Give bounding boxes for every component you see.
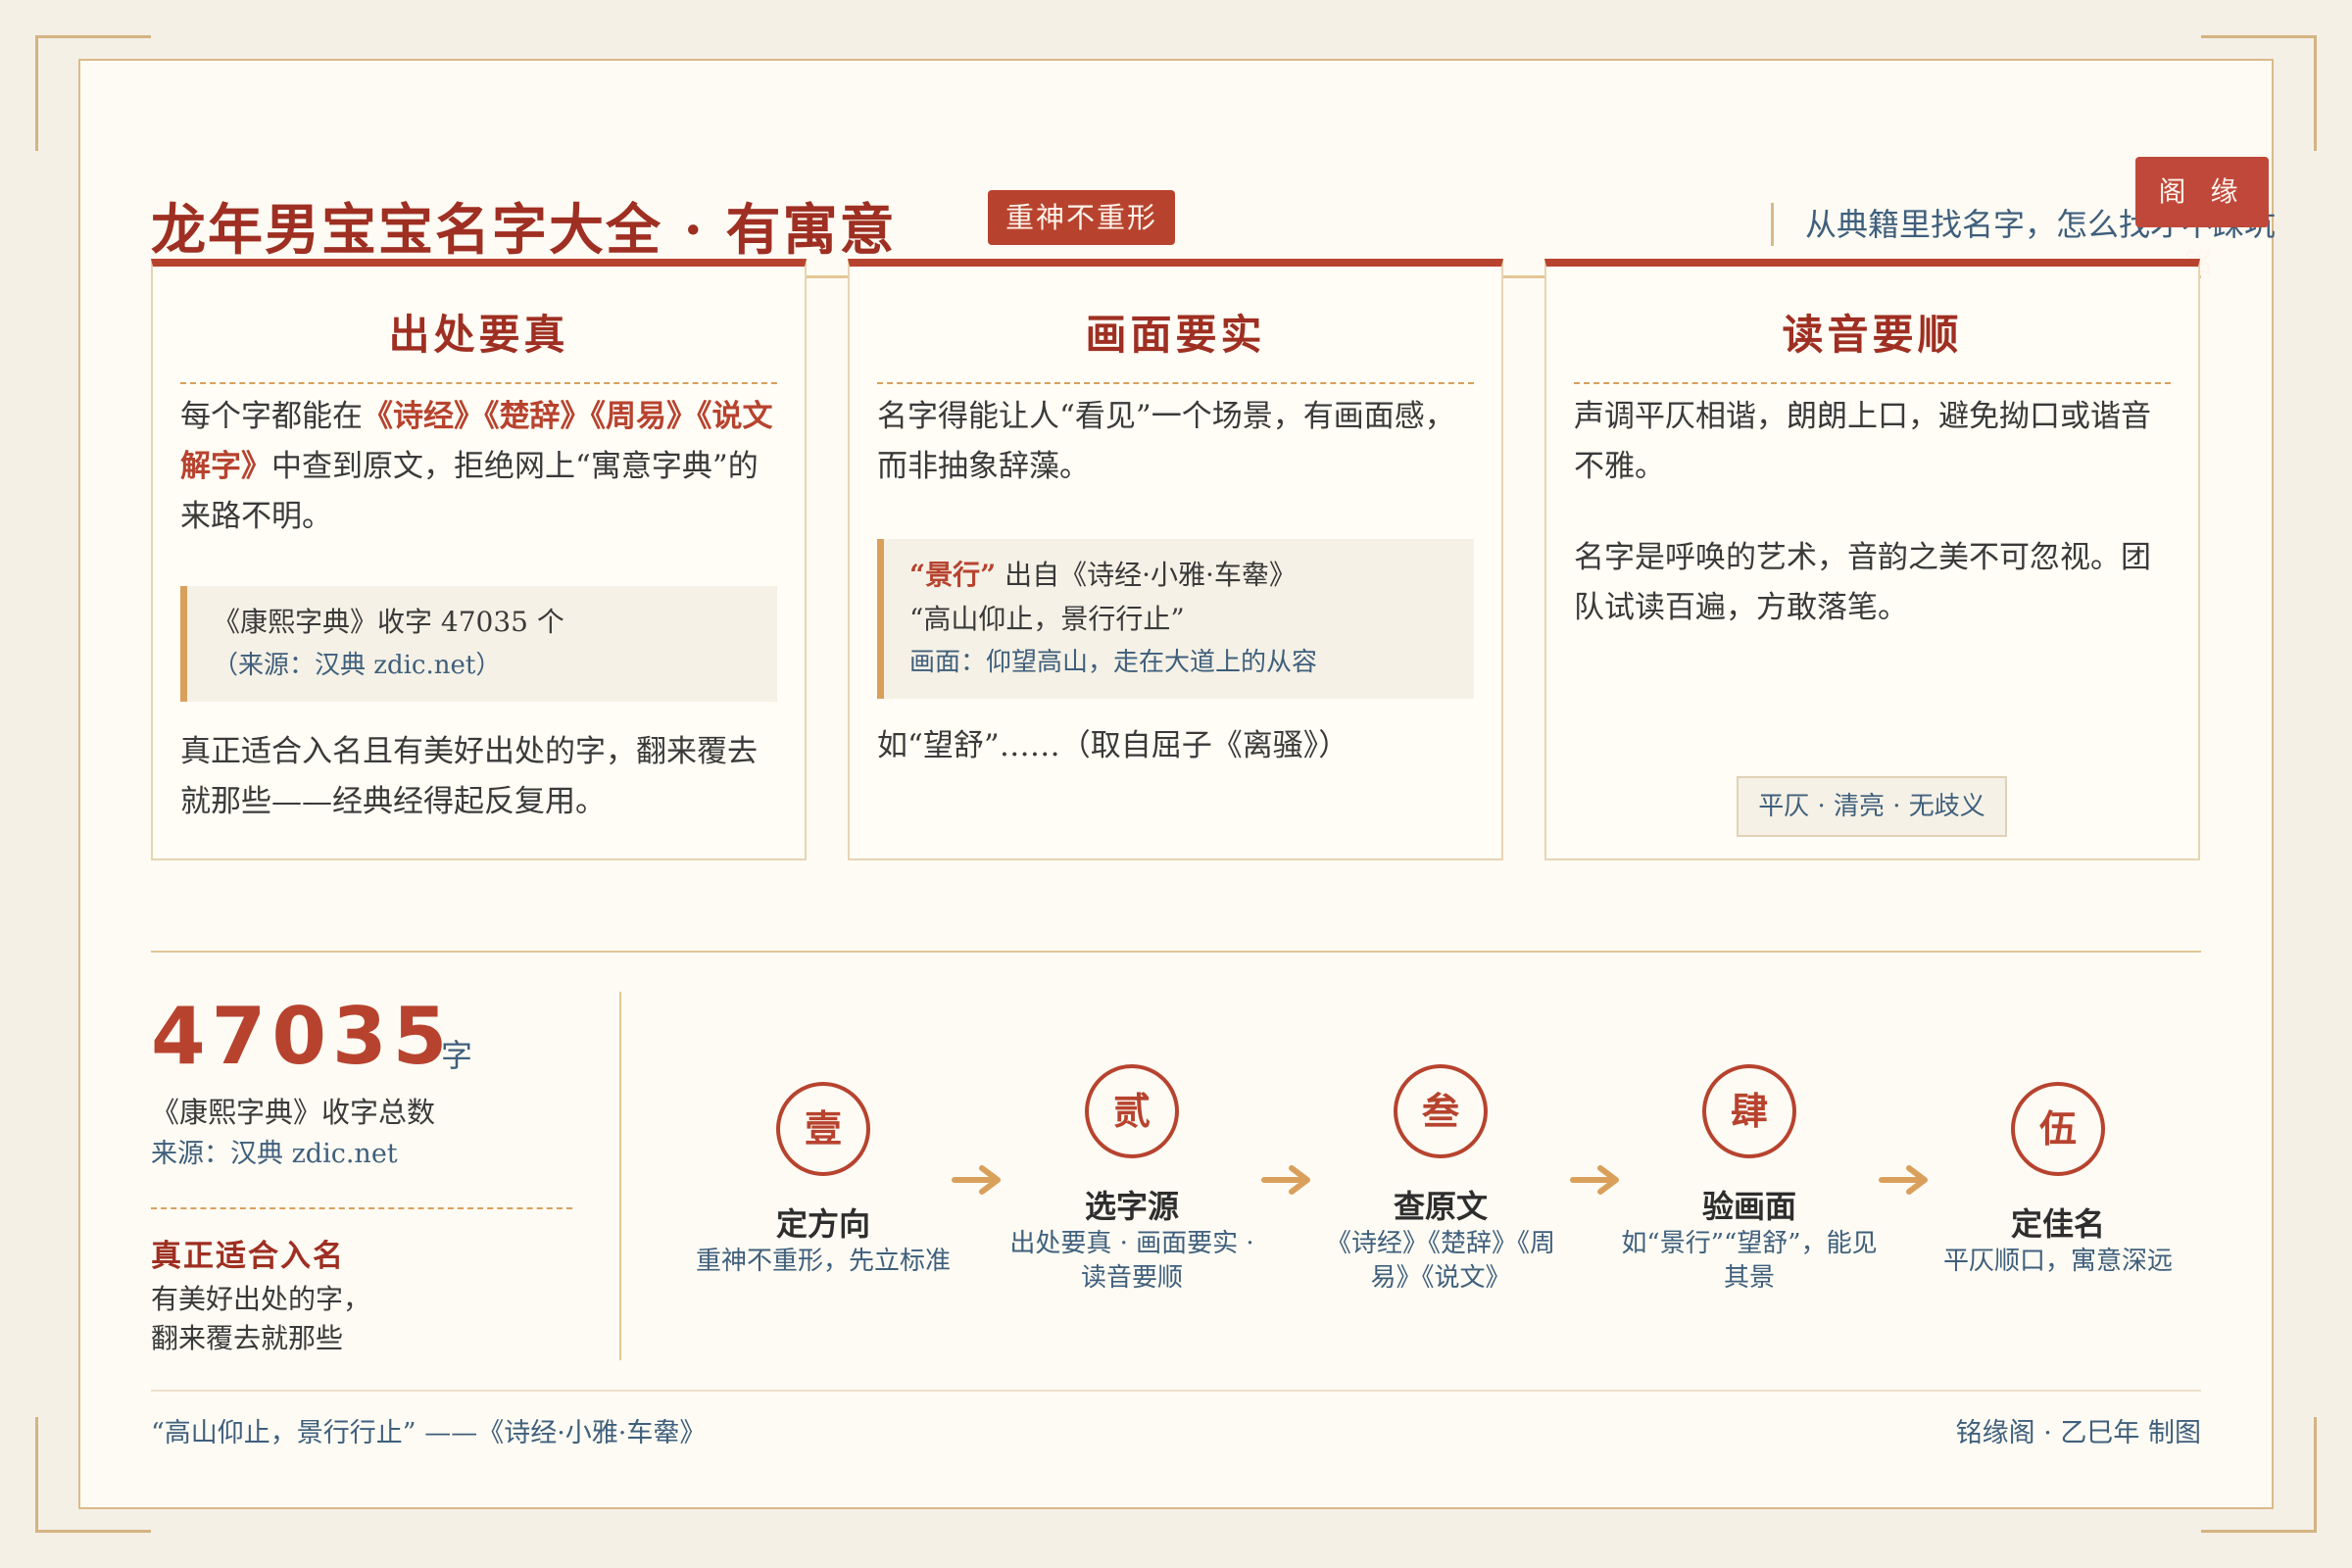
quote-line: “景行” 出自《诗经·小雅·车舝》 bbox=[909, 553, 1448, 597]
step-title: 定佳名 bbox=[2010, 1205, 2105, 1243]
quote-box: “景行” 出自《诗经·小雅·车舝》 “高山仰止，景行行止” 画面：仰望高山，走在… bbox=[877, 539, 1474, 699]
card-footnote: 真正适合入名且有美好出处的字，翻来覆去就那些——经典经得起反复用。 bbox=[180, 734, 758, 819]
card-footnote: 如“望舒”……（取自屈子《离骚》） bbox=[877, 728, 1349, 763]
quote-word: “景行” bbox=[909, 559, 997, 591]
stat-heading: 真正适合入名 bbox=[151, 1239, 345, 1274]
footer-quote: “高山仰止，景行行止” ——《诗经·小雅·车舝》 bbox=[151, 1418, 707, 1448]
quote-source: （来源：汉典 zdic.net） bbox=[213, 651, 502, 680]
arrow-right-icon bbox=[1879, 1165, 1928, 1195]
arrow-right-icon bbox=[952, 1165, 1001, 1195]
header: 龙年男宝宝名字大全 · 有寓意 重神不重形 从典籍里找名字，怎么找才不踩坑 bbox=[151, 120, 2276, 278]
step-title: 定方向 bbox=[775, 1205, 870, 1243]
card-sound: 读音要顺 声调平仄相谐，朗朗上口，避免拗口或谐音不雅。 名字是呼唤的艺术，音韵之… bbox=[1544, 259, 2200, 860]
step-desc: 平仄顺口，寓意深远 bbox=[1942, 1247, 2173, 1276]
step-title: 选字源 bbox=[1084, 1188, 1179, 1225]
section-divider bbox=[151, 951, 2201, 953]
footer: “高山仰止，景行行止” ——《诗经·小雅·车舝》 铭缘阁 · 乙巳年 制图 bbox=[151, 1390, 2201, 1448]
stat-line: 翻来覆去就那些 bbox=[151, 1322, 344, 1354]
card-body: 名字得能让人“看见”一个场景，有画面感，而非抽象辞藻。 bbox=[877, 399, 1455, 484]
title-badge: 重神不重形 bbox=[988, 190, 1176, 245]
stat-unit: 字 bbox=[441, 1037, 473, 1074]
card-title: 出处要真 bbox=[180, 302, 777, 384]
quote-line: 《康熙字典》收字 47035 个 bbox=[213, 606, 564, 638]
step-title: 查原文 bbox=[1393, 1188, 1488, 1225]
vertical-divider bbox=[619, 992, 621, 1360]
step-title: 验画面 bbox=[1701, 1188, 1796, 1225]
step-desc: 出处要真 · 画面要实 · 读音要顺 bbox=[1009, 1229, 1254, 1293]
step-desc: 重神不重形，先立标准 bbox=[695, 1247, 951, 1276]
step-number: 伍 bbox=[2011, 1082, 2105, 1176]
step-number: 贰 bbox=[1085, 1064, 1179, 1158]
stat-desc: 《康熙字典》收字总数 bbox=[151, 1096, 436, 1129]
quote-text: “高山仰止，景行行止” bbox=[909, 603, 1185, 635]
tag-box: 平仄 · 清亮 · 无歧义 bbox=[1737, 776, 2007, 837]
stat-block: 47035 字 《康熙字典》收字总数 来源：汉典 zdic.net 真正适合入名… bbox=[151, 990, 621, 1362]
stat-divider bbox=[151, 1207, 572, 1209]
card-body-2: 名字是呼唤的艺术，音韵之美不可忽视。团队试读百遍，方敢落笔。 bbox=[1574, 540, 2151, 625]
card-title: 读音要顺 bbox=[1574, 302, 2171, 384]
step-desc: 如“景行”“望舒”，能见其景 bbox=[1621, 1229, 1878, 1293]
card-body-text: 每个字都能在 bbox=[180, 399, 363, 434]
quote-from: 出自《诗经·小雅·车舝》 bbox=[996, 559, 1297, 591]
step-desc: 《诗经》《楚辞》《周易》《说文》 bbox=[1325, 1229, 1555, 1293]
step-number: 叁 bbox=[1394, 1064, 1488, 1158]
card-body: 每个字都能在《诗经》《楚辞》《周易》《说文解字》中查到原文，拒绝网上“寓意字典”… bbox=[180, 392, 777, 542]
stat-source: 来源：汉典 zdic.net bbox=[151, 1139, 398, 1169]
page-title: 龙年男宝宝名字大全 · 有寓意 bbox=[151, 198, 897, 263]
card-source: 出处要真 每个字都能在《诗经》《楚辞》《周易》《说文解字》中查到原文，拒绝网上“… bbox=[151, 259, 807, 860]
stat-number: 47035 bbox=[151, 991, 454, 1082]
quote-box: 《康熙字典》收字 47035 个 （来源：汉典 zdic.net） bbox=[180, 586, 777, 702]
card-title: 画面要实 bbox=[877, 302, 1474, 384]
seal-stamp: 阁 缘 铭 bbox=[2135, 157, 2269, 278]
step-number: 肆 bbox=[1702, 1064, 1796, 1158]
step-number: 壹 bbox=[776, 1082, 870, 1176]
card-imagery: 画面要实 名字得能让人“看见”一个场景，有画面感，而非抽象辞藻。 “景行” 出自… bbox=[848, 259, 1503, 860]
footer-credit: 铭缘阁 · 乙巳年 制图 bbox=[1955, 1418, 2201, 1448]
stat-line: 有美好出处的字， bbox=[151, 1283, 371, 1315]
card-body: 声调平仄相谐，朗朗上口，避免拗口或谐音不雅。 bbox=[1574, 399, 2151, 484]
quote-scene: 画面：仰望高山，走在大道上的从容 bbox=[909, 648, 1318, 677]
